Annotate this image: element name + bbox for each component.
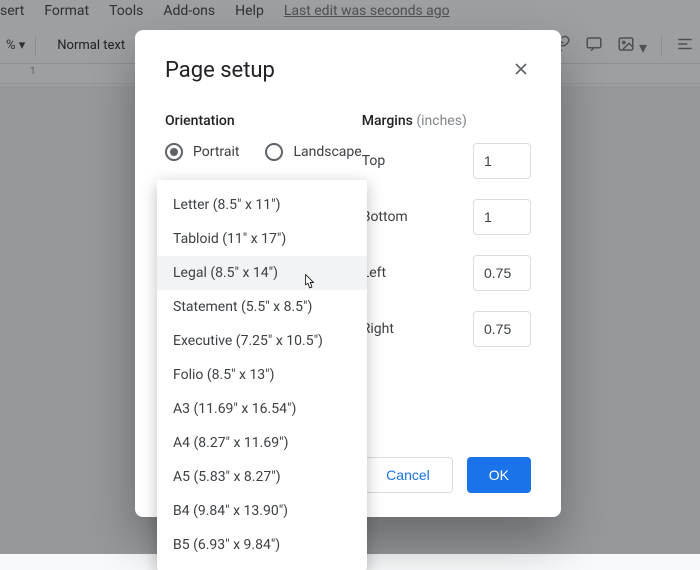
paper-size-option[interactable]: Executive (7.25" x 10.5"): [157, 324, 367, 358]
paper-size-option[interactable]: A3 (11.69" x 16.54"): [157, 392, 367, 426]
paper-size-dropdown: Letter (8.5" x 11")Tabloid (11" x 17")Le…: [157, 180, 367, 570]
landscape-radio[interactable]: Landscape: [265, 143, 361, 161]
portrait-label: Portrait: [193, 144, 239, 160]
paper-size-option[interactable]: A4 (8.27" x 11.69"): [157, 426, 367, 460]
paper-size-option[interactable]: Tabloid (11" x 17"): [157, 222, 367, 256]
paper-size-option[interactable]: B4 (9.84" x 13.90"): [157, 494, 367, 528]
radio-icon: [165, 143, 183, 161]
margin-right-input[interactable]: [473, 311, 531, 347]
pointer-cursor-icon: [298, 273, 318, 295]
margin-bottom-input[interactable]: [473, 199, 531, 235]
margin-top-label: Top: [362, 153, 386, 169]
paper-size-option[interactable]: A5 (5.83" x 8.27"): [157, 460, 367, 494]
orientation-label: Orientation: [165, 113, 362, 129]
close-button[interactable]: [511, 59, 531, 83]
paper-size-option[interactable]: Letter (8.5" x 11"): [157, 188, 367, 222]
dialog-title: Page setup: [165, 58, 275, 83]
paper-size-option[interactable]: Folio (8.5" x 13"): [157, 358, 367, 392]
margin-left-input[interactable]: [473, 255, 531, 291]
margins-label: Margins (inches): [362, 113, 531, 129]
radio-icon: [265, 143, 283, 161]
margin-bottom-label: Bottom: [362, 209, 408, 225]
paper-size-option[interactable]: B5 (6.93" x 9.84"): [157, 528, 367, 562]
portrait-radio[interactable]: Portrait: [165, 143, 239, 161]
paper-size-option[interactable]: Statement (5.5" x 8.5"): [157, 290, 367, 324]
landscape-label: Landscape: [293, 144, 361, 160]
paper-size-option[interactable]: Legal (8.5" x 14"): [157, 256, 367, 290]
cancel-button[interactable]: Cancel: [363, 457, 453, 493]
ok-button[interactable]: OK: [467, 457, 531, 493]
margin-top-input[interactable]: [473, 143, 531, 179]
